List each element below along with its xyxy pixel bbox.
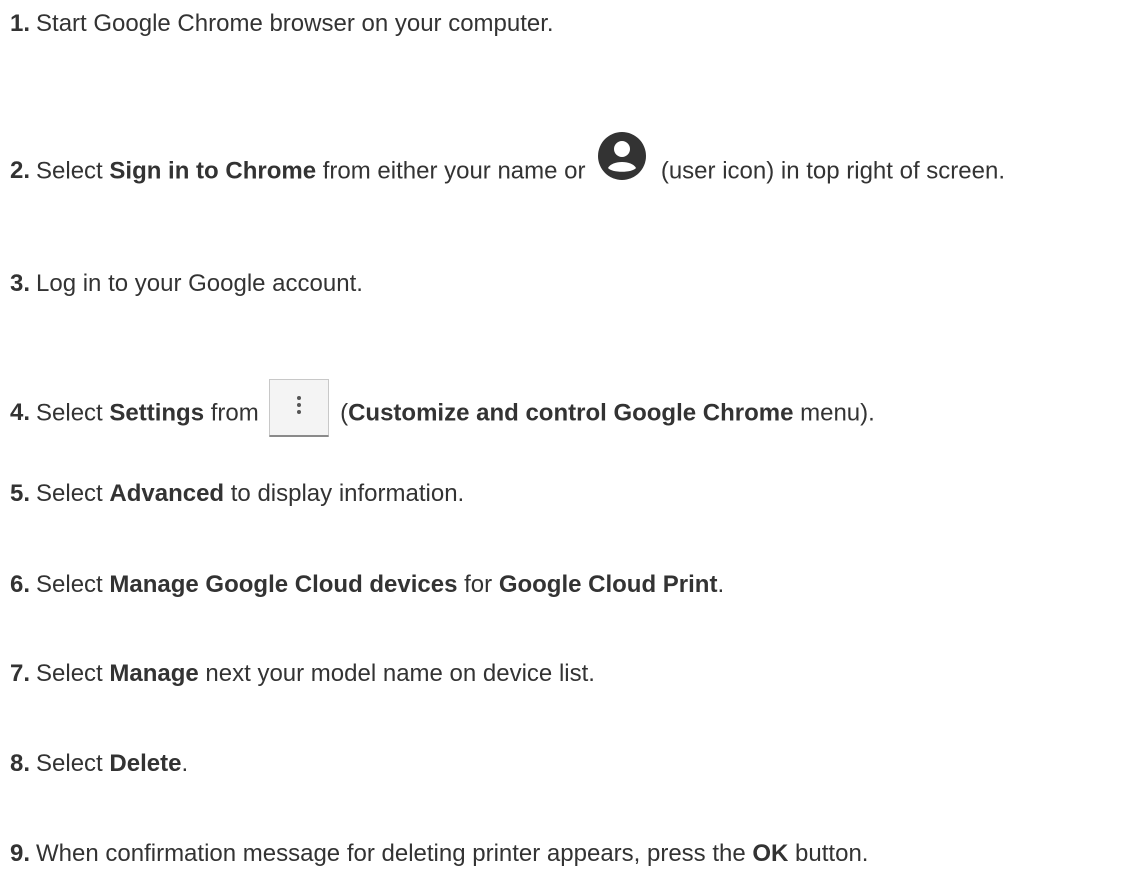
ui-term-delete: Delete: [109, 750, 182, 777]
step-text: .: [717, 571, 725, 598]
step-number: 6.: [10, 571, 31, 598]
step-text: menu).: [793, 399, 875, 427]
step-text: for: [457, 571, 499, 598]
more-vert-menu-icon: [269, 379, 330, 437]
step-text: Select: [36, 660, 110, 687]
step-7: 7. Select Manage next your model name on …: [10, 656, 1135, 692]
ui-term-customize-menu: Customize and control Google Chrome: [348, 399, 794, 427]
step-text: .: [181, 750, 189, 777]
ui-term-google-cloud-print: Google Cloud Print: [498, 571, 718, 598]
step-1: 1. Start Google Chrome browser on your co…: [10, 6, 1135, 42]
ui-term-manage: Manage: [109, 660, 199, 687]
step-text: Select: [36, 571, 110, 598]
step-text: to display information.: [224, 480, 465, 507]
step-text: Start Google Chrome browser on your comp…: [36, 10, 554, 37]
step-8: 8. Select Delete.: [10, 746, 1135, 782]
step-number: 8.: [10, 750, 31, 777]
step-number: 9.: [10, 840, 31, 867]
step-text: Select: [36, 750, 110, 777]
step-text: (user icon) in top right of screen.: [654, 157, 1005, 185]
step-number: 5.: [10, 480, 31, 507]
step-6: 6. Select Manage Google Cloud devices for…: [10, 567, 1135, 603]
step-text: Select: [36, 480, 110, 507]
step-text: Log in to your Google account.: [36, 270, 363, 297]
step-text: (: [333, 399, 349, 427]
step-number: 3.: [10, 270, 31, 297]
step-text: Select: [36, 399, 110, 427]
ui-term-settings: Settings: [109, 399, 205, 427]
step-5: 5. Select Advanced to display information…: [10, 476, 1135, 512]
ui-term-sign-in-to-chrome: Sign in to Chrome: [109, 157, 317, 185]
step-text: next your model name on device list.: [198, 660, 595, 687]
step-4: 4. Select Settings from (Customize and co…: [10, 379, 1135, 443]
ui-term-ok: OK: [752, 840, 789, 867]
step-text: Select: [36, 157, 110, 185]
step-number: 7.: [10, 660, 31, 687]
step-text: button.: [788, 840, 869, 867]
step-number: 1.: [10, 10, 31, 37]
step-text: from: [204, 399, 266, 427]
step-3: 3. Log in to your Google account.: [10, 266, 1135, 302]
step-number: 2.: [10, 157, 31, 185]
step-text: When confirmation message for deleting p…: [36, 840, 753, 867]
ui-term-manage-cloud-devices: Manage Google Cloud devices: [109, 571, 458, 598]
user-icon: [596, 130, 648, 182]
step-text: from either your name or: [316, 157, 593, 185]
step-number: 4.: [10, 399, 31, 427]
step-2: 2. Select Sign in to Chrome from either y…: [10, 132, 1135, 198]
ui-term-advanced: Advanced: [109, 480, 225, 507]
